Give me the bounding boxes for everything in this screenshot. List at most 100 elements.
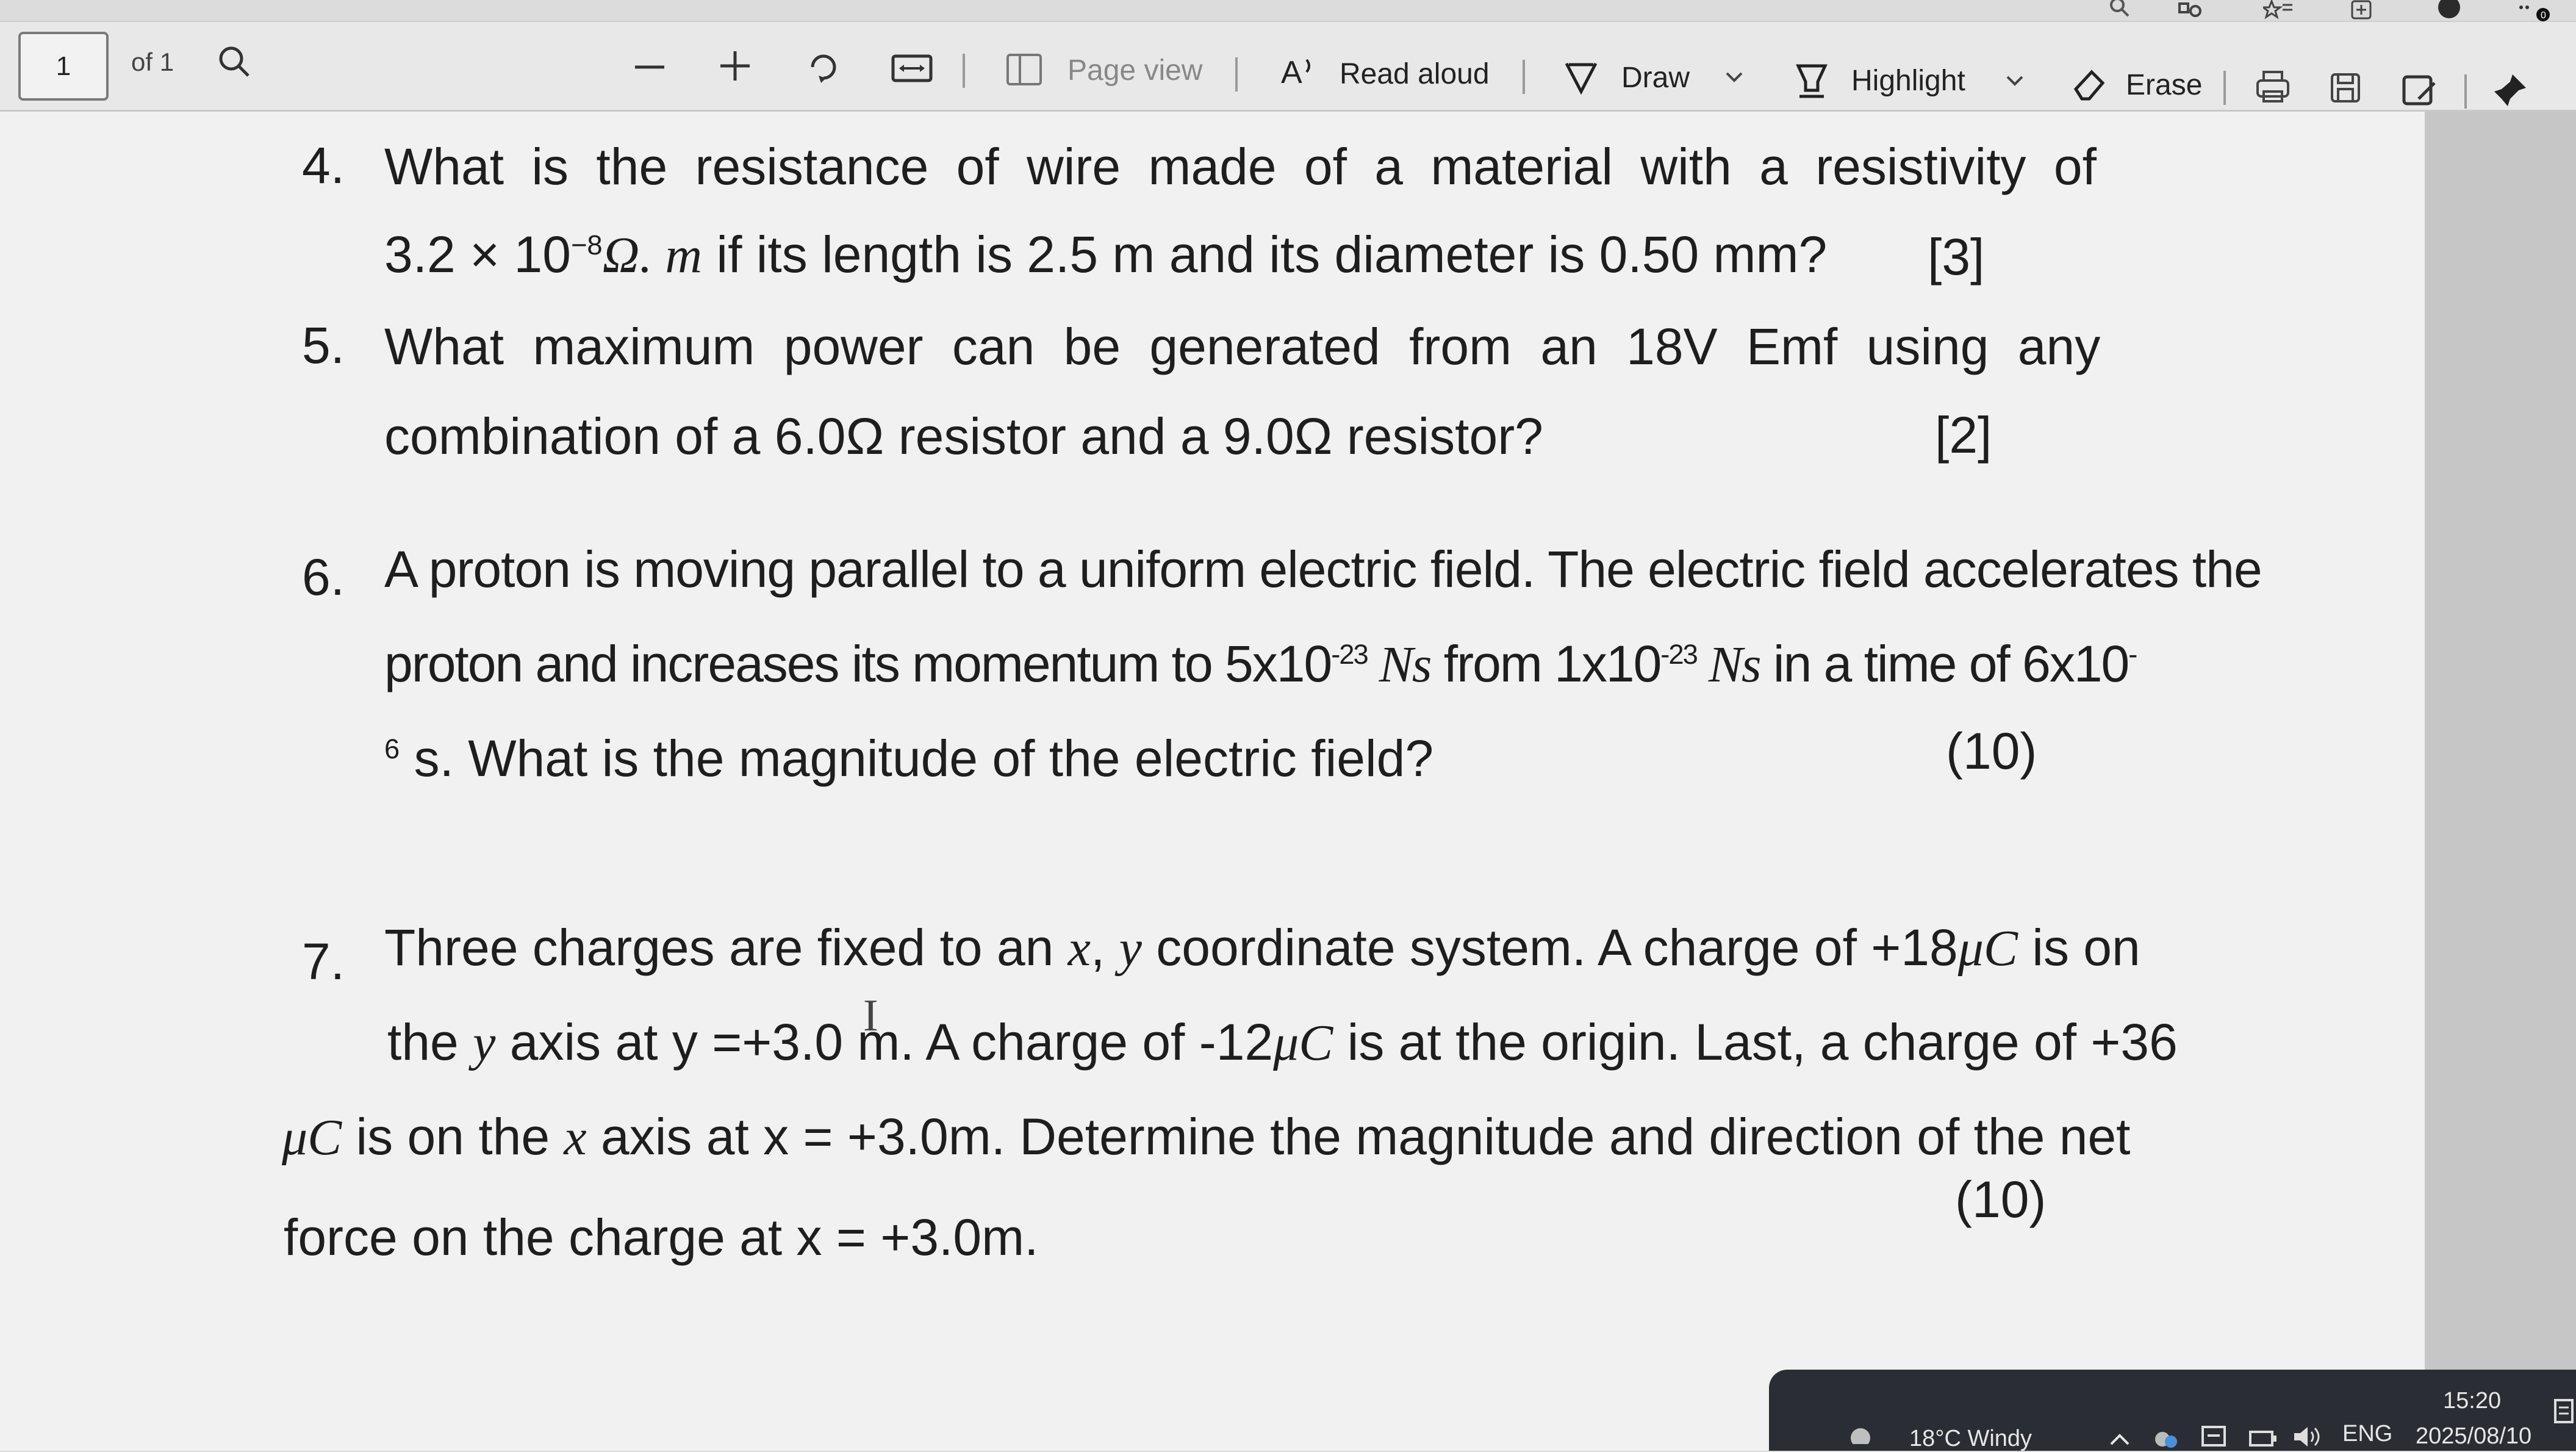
q7-var-y: y bbox=[1119, 920, 1142, 977]
toolbar-separator bbox=[1235, 57, 1238, 92]
page-number-input[interactable]: 1 bbox=[18, 32, 109, 101]
page-count-label: of 1 bbox=[131, 48, 174, 76]
q7-unit: μC bbox=[1273, 1015, 1333, 1071]
q7-var-x: x bbox=[564, 1109, 587, 1166]
erase-button[interactable]: Erase bbox=[2126, 68, 2202, 102]
q7-unit: μC bbox=[1957, 920, 2018, 977]
question-6-marks: (10) bbox=[1946, 722, 2037, 780]
question-6-line-3-text: s. What is the magnitude of the electric… bbox=[400, 730, 1434, 787]
clock-date[interactable]: 2025/08/10 bbox=[2416, 1423, 2531, 1450]
draw-button[interactable]: Draw bbox=[1621, 61, 1690, 95]
cloud-sync-icon[interactable] bbox=[2150, 1426, 2181, 1450]
eraser-icon[interactable] bbox=[2071, 66, 2108, 102]
time-exponent-end: 6 bbox=[384, 733, 400, 764]
question-4-line-2-rest: if its length is 2.5 m and its diameter … bbox=[702, 226, 1828, 283]
question-5-line-2: combination of a 6.0Ω resistor and a 9.0… bbox=[384, 408, 1543, 465]
toolbar-separator bbox=[2464, 74, 2467, 109]
q7-text: axis at y =+3.0 m. A charge of -12 bbox=[495, 1013, 1274, 1071]
weather-label[interactable]: 18°C Windy bbox=[1909, 1426, 2032, 1452]
q7-text: , bbox=[1090, 919, 1119, 976]
volume-icon[interactable] bbox=[2291, 1423, 2325, 1450]
svg-text:0: 0 bbox=[2541, 10, 2546, 21]
draw-icon[interactable] bbox=[1563, 59, 1599, 95]
question-6-line-3: 6 s. What is the magnitude of the electr… bbox=[384, 728, 1433, 789]
q7-text: the bbox=[387, 1013, 473, 1071]
svg-text:A: A bbox=[1281, 55, 1302, 90]
search-icon[interactable] bbox=[2108, 0, 2132, 18]
q7-text: axis at x = +3.0m. Determine the magnitu… bbox=[586, 1108, 2131, 1165]
collections-icon[interactable] bbox=[2348, 0, 2379, 21]
question-4-marks: [3] bbox=[1928, 228, 1985, 286]
page-right-gutter bbox=[2425, 112, 2576, 1451]
chevron-down-icon[interactable] bbox=[2004, 72, 2026, 90]
chevron-up-icon[interactable] bbox=[2108, 1431, 2132, 1449]
q7-var-y: y bbox=[473, 1015, 496, 1071]
zoom-in-icon[interactable] bbox=[717, 48, 753, 84]
q7-text: Three charges are fixed to an bbox=[384, 919, 1068, 976]
q7-text: is on bbox=[2017, 919, 2140, 976]
question-number: 7. bbox=[302, 933, 345, 990]
q7-unit: μC bbox=[282, 1109, 342, 1166]
highlight-button[interactable]: Highlight bbox=[1851, 64, 1965, 98]
pdf-toolbar: 0 1 of 1 Page view A Read aloud Draw Hig… bbox=[0, 0, 2576, 112]
more-options-icon[interactable]: 0 bbox=[2516, 4, 2559, 22]
q7-text: is on the bbox=[342, 1108, 564, 1165]
momentum-unit: Ns bbox=[1696, 636, 1762, 693]
time-text: in a time of 6x10 bbox=[1760, 635, 2129, 692]
question-7-line-1: Three charges are fixed to an x, y coord… bbox=[384, 917, 2140, 980]
print-icon[interactable] bbox=[2254, 68, 2292, 106]
language-indicator[interactable]: ENG bbox=[2342, 1421, 2392, 1447]
notification-icon[interactable] bbox=[2553, 1398, 2575, 1428]
time-exponent-start: - bbox=[2128, 639, 2137, 670]
zoom-out-icon[interactable] bbox=[631, 49, 668, 85]
momentum-initial-text: from 1x10 bbox=[1430, 635, 1662, 692]
question-5-line-1: What maximum power can be generated from… bbox=[384, 318, 2101, 375]
question-4-line-1: What is the resistance of wire made of a… bbox=[384, 138, 2097, 195]
toolbar-separator bbox=[2223, 71, 2226, 105]
rotate-icon[interactable] bbox=[805, 49, 842, 85]
question-6-line-1: A proton is moving parallel to a uniform… bbox=[384, 541, 2262, 598]
save-icon[interactable] bbox=[2327, 70, 2364, 106]
favorites-icon[interactable] bbox=[2263, 0, 2294, 21]
page-view-button[interactable]: Page view bbox=[1067, 54, 1202, 87]
pin-toolbar-icon[interactable] bbox=[2492, 72, 2528, 109]
battery-icon[interactable] bbox=[2248, 1428, 2278, 1449]
highlight-icon[interactable] bbox=[1793, 61, 1830, 100]
weather-icon bbox=[1851, 1428, 1870, 1444]
read-aloud-icon[interactable]: A bbox=[1280, 54, 1319, 90]
resistivity-coefficient: 3.2 × 10 bbox=[384, 226, 571, 283]
momentum-initial-exponent: -23 bbox=[1660, 639, 1698, 670]
toolbar-separator bbox=[963, 54, 965, 88]
toolbar-separator bbox=[1523, 60, 1525, 94]
question-5-marks: [2] bbox=[1935, 406, 1992, 464]
pdf-page: 4. What is the resistance of wire made o… bbox=[0, 112, 2425, 1451]
question-number: 5. bbox=[302, 317, 345, 374]
q7-text: is at the origin. Last, a charge of +36 bbox=[1333, 1013, 2178, 1071]
chevron-down-icon[interactable] bbox=[1723, 68, 1745, 87]
q7-var-x: x bbox=[1067, 920, 1091, 977]
profile-avatar-icon[interactable] bbox=[2431, 0, 2467, 21]
question-7-line-3: μC is on the x axis at x = +3.0m. Determ… bbox=[282, 1106, 2131, 1169]
q7-text: coordinate system. A charge of +18 bbox=[1141, 919, 1958, 976]
question-4-line-2: 3.2 × 10−8Ω. m if its length is 2.5 m an… bbox=[384, 224, 1827, 287]
question-7-line-4: force on the charge at x = +3.0m. bbox=[284, 1209, 1039, 1266]
fit-width-icon[interactable] bbox=[891, 50, 933, 87]
page-view-icon[interactable] bbox=[1005, 51, 1043, 88]
question-number: 4. bbox=[302, 137, 345, 194]
question-7-marks: (10) bbox=[1955, 1171, 2047, 1228]
taskbar: 18°C Windy ENG 15:20 2025/08/10 bbox=[1769, 1370, 2576, 1451]
question-6-line-2: proton and increases its momentum to 5x1… bbox=[384, 633, 2137, 696]
save-as-icon[interactable] bbox=[2400, 72, 2438, 109]
momentum-final-text: proton and increases its momentum to 5x1… bbox=[384, 635, 1332, 692]
window-top-strip: 0 bbox=[0, 0, 2576, 22]
momentum-final-exponent: -23 bbox=[1331, 639, 1369, 670]
question-number: 6. bbox=[302, 548, 345, 606]
momentum-unit: Ns bbox=[1367, 636, 1432, 693]
network-icon[interactable] bbox=[2199, 1423, 2230, 1450]
resistivity-unit: Ω. m bbox=[602, 227, 703, 284]
extensions-icon[interactable] bbox=[2175, 0, 2205, 21]
clock-time[interactable]: 15:20 bbox=[2443, 1388, 2501, 1414]
read-aloud-button[interactable]: Read aloud bbox=[1340, 57, 1490, 91]
find-icon[interactable] bbox=[217, 44, 253, 81]
question-7-line-2: the y axis at y =+3.0 m. A charge of -12… bbox=[387, 1012, 2178, 1074]
